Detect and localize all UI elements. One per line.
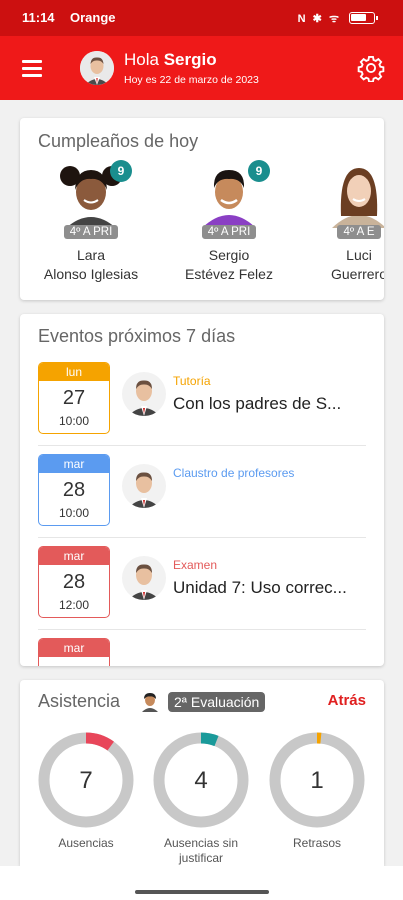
event-type: Claustro de profesores — [173, 466, 295, 480]
calendar-date: mar — [38, 638, 110, 666]
class-label: 4º A E — [337, 225, 381, 239]
status-icons: N ✱ ᯤ — [298, 11, 341, 26]
event-item[interactable]: mar 28 10:00 Claustro de profesores — [20, 446, 384, 538]
ring-label: Retrasos — [292, 836, 342, 850]
evaluation-period-chip[interactable]: 2ª Evaluación — [168, 692, 266, 712]
calendar-date: mar 28 10:00 — [38, 454, 110, 526]
attendance-ring[interactable]: 4 — [151, 730, 251, 830]
event-time: 12:00 — [58, 598, 90, 612]
event-day-number: 27 — [62, 387, 86, 409]
event-title: Unidad 7: Uso correc... — [173, 578, 347, 597]
birthday-person[interactable]: 9 4º A PRI Lara Alonso Iglesias — [36, 158, 146, 284]
attendance-card: Asistencia 2ª Evaluación Atrás 7 Ausencia… — [20, 680, 384, 866]
student-avatar-icon — [142, 693, 158, 712]
woman-avatar-icon — [332, 168, 384, 228]
birthdays-title: Cumpleaños de hoy — [38, 131, 199, 151]
ring-value: 1 — [310, 767, 323, 794]
student-first-name: Luci — [346, 247, 372, 263]
event-item[interactable]: mar — [20, 630, 384, 666]
nfc-bt-signal-icon: N ✱ ᯤ — [297, 13, 341, 25]
status-carrier: Orange — [70, 10, 116, 25]
ring-value: 4 — [194, 767, 207, 794]
calendar-date: mar 28 12:00 — [38, 546, 110, 618]
event-type: Examen — [173, 558, 218, 572]
class-label: 4º A PRI — [63, 225, 119, 239]
today-date: Hoy es 22 de marzo de 2023 — [124, 74, 259, 86]
event-title: Con los padres de S... — [173, 394, 342, 413]
events-card: Eventos próximos 7 días lun 27 10:00 Tut… — [20, 314, 384, 666]
event-type: Tutoría — [173, 374, 211, 388]
event-item[interactable]: lun 27 10:00 Tutoría Con los padres de S… — [20, 354, 384, 446]
age-badge: 9 — [110, 160, 132, 182]
event-weekday: mar — [39, 455, 109, 473]
back-button[interactable]: Atrás — [328, 692, 366, 709]
settings-gear-icon[interactable] — [357, 54, 385, 82]
event-weekday: lun — [39, 363, 109, 381]
greeting-text: Hola — [124, 50, 159, 69]
class-label: 4º A PRI — [201, 225, 257, 239]
organizer-avatar — [122, 372, 166, 416]
organizer-avatar — [122, 556, 166, 600]
student-first-name: Sergio — [208, 247, 250, 263]
attendance-ring[interactable]: 1 — [267, 730, 367, 830]
user-avatar[interactable] — [80, 51, 114, 85]
organizer-avatar — [122, 464, 166, 508]
student-last-name: Alonso Iglesias — [43, 266, 139, 282]
ring-label: Ausencias sin justificar — [163, 836, 239, 865]
home-gesture-bar[interactable] — [135, 890, 269, 894]
ring-label: Ausencias — [58, 836, 114, 850]
status-bar: 11:14 Orange N ✱ ᯤ — [0, 0, 403, 36]
student-photo: 9 — [194, 158, 270, 228]
student-photo — [324, 158, 384, 228]
app-bar: Hola Sergio Hoy es 22 de marzo de 2023 — [0, 36, 403, 100]
menu-icon[interactable] — [22, 60, 42, 77]
attendance-ring[interactable]: 7 — [36, 730, 136, 830]
status-time: 11:14 — [22, 10, 55, 25]
birthdays-card: Cumpleaños de hoy 9 4º A PRI Lara Alonso… — [20, 118, 384, 300]
teacher-avatar-icon — [128, 380, 160, 416]
event-day-number: 28 — [62, 479, 86, 501]
ring-value: 7 — [79, 767, 92, 794]
birthday-person[interactable]: 9 4º A PRI Sergio Estévez Felez — [174, 158, 284, 284]
teacher-avatar-icon — [128, 564, 160, 600]
event-weekday: mar — [39, 639, 109, 657]
attendance-title: Asistencia — [38, 691, 121, 711]
student-last-name: Guerrero — [330, 266, 384, 282]
battery-icon — [349, 12, 378, 24]
student-first-name: Lara — [76, 247, 106, 263]
birthday-person[interactable]: 4º A E Luci Guerrero — [304, 158, 384, 284]
event-time: 10:00 — [58, 414, 90, 428]
user-name: Sergio — [163, 50, 217, 69]
event-day-number: 28 — [62, 571, 86, 593]
event-time: 10:00 — [58, 506, 90, 520]
student-photo: 9 — [56, 158, 132, 228]
teacher-avatar-icon — [128, 472, 160, 508]
student-last-name: Estévez Felez — [185, 266, 273, 282]
system-nav-bar — [0, 866, 403, 900]
calendar-date: lun 27 10:00 — [38, 362, 110, 434]
event-weekday: mar — [39, 547, 109, 565]
teacher-avatar-icon — [80, 51, 114, 85]
age-badge: 9 — [248, 160, 270, 182]
events-title: Eventos próximos 7 días — [38, 326, 236, 346]
greeting: Hola Sergio — [124, 50, 217, 70]
event-item[interactable]: mar 28 12:00 Examen Unidad 7: Uso correc… — [20, 538, 384, 630]
